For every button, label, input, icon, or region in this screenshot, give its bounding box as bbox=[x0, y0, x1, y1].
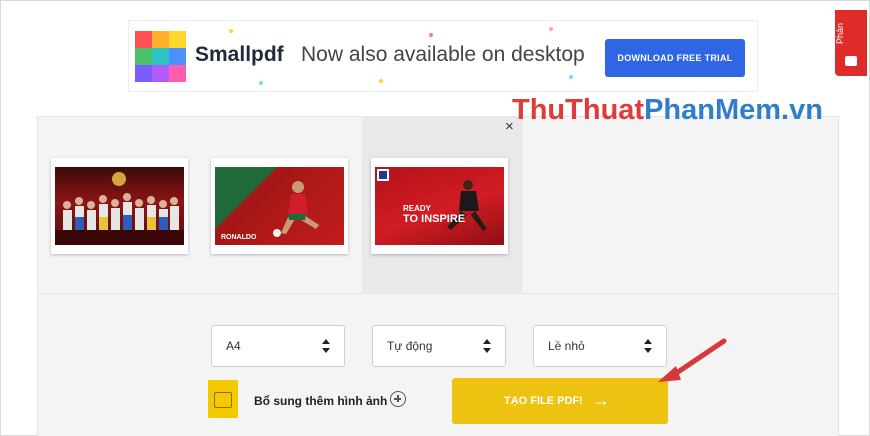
confetti-dot bbox=[379, 79, 383, 83]
ronaldo-caption: RONALDO bbox=[221, 234, 257, 241]
smallpdf-ad-banner[interactable]: Smallpdf Now also available on desktop D… bbox=[128, 20, 758, 92]
ready-to-inspire-image: READY TO INSPIRE bbox=[375, 167, 504, 245]
picture-frame-icon bbox=[214, 392, 232, 408]
arrow-right-icon: → bbox=[592, 390, 610, 410]
plus-circle-icon[interactable] bbox=[390, 391, 406, 407]
orientation-select[interactable]: Tự động bbox=[372, 325, 506, 367]
download-free-trial-button[interactable]: DOWNLOAD FREE TRIAL bbox=[605, 39, 745, 77]
smallpdf-logo-icon bbox=[135, 31, 186, 82]
watermark-part-2: PhanMem.vn bbox=[644, 94, 823, 126]
margin-select[interactable]: Lề nhỏ bbox=[533, 325, 667, 367]
confetti-dot bbox=[429, 33, 433, 37]
create-pdf-label: TẠO FILE PDF! bbox=[504, 395, 583, 407]
feedback-side-tab[interactable]: Phản bbox=[835, 10, 867, 76]
confetti-dot bbox=[259, 81, 263, 85]
ad-brand-name: Smallpdf bbox=[195, 43, 284, 66]
create-pdf-button[interactable]: TẠO FILE PDF! → bbox=[452, 378, 668, 424]
ad-tagline: Now also available on desktop bbox=[301, 43, 585, 66]
ronaldo-image: RONALDO bbox=[215, 167, 344, 245]
sort-arrows-icon bbox=[483, 339, 491, 353]
confetti-dot bbox=[549, 27, 553, 31]
confetti-dot bbox=[569, 75, 573, 79]
world-cup-team-image bbox=[55, 167, 184, 245]
svg-text:TO INSPIRE: TO INSPIRE bbox=[403, 213, 465, 225]
page-size-select[interactable]: A4 bbox=[211, 325, 345, 367]
thumbnail-2[interactable]: RONALDO bbox=[211, 158, 348, 254]
thumbnail-3-selected[interactable]: READY TO INSPIRE bbox=[371, 158, 508, 254]
thuthuatphanmem-watermark: ThuThuatPhanMem.vn bbox=[512, 94, 823, 127]
thumbnail-1[interactable] bbox=[51, 158, 188, 254]
page-size-value: A4 bbox=[226, 339, 241, 353]
side-tab-label: Phản bbox=[835, 22, 845, 44]
gift-icon bbox=[845, 56, 857, 66]
orientation-value: Tự động bbox=[387, 339, 433, 353]
sort-arrows-icon bbox=[644, 339, 652, 353]
image-file-icon[interactable] bbox=[208, 380, 238, 418]
confetti-dot bbox=[229, 29, 233, 33]
watermark-part-1: ThuThuat bbox=[512, 94, 645, 126]
margin-value: Lề nhỏ bbox=[548, 339, 585, 353]
add-more-images-link[interactable]: Bổ sung thêm hình ảnh bbox=[254, 394, 387, 408]
sort-arrows-icon bbox=[322, 339, 330, 353]
svg-text:READY: READY bbox=[403, 204, 432, 213]
